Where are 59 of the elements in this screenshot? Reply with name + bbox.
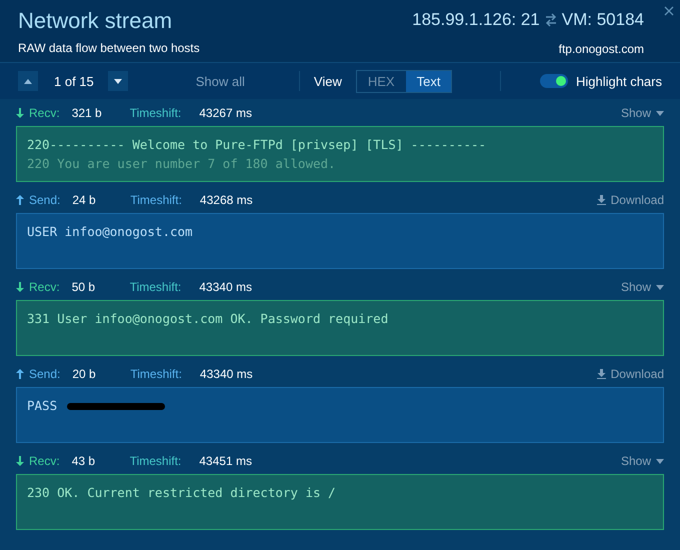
- subtitle: RAW data flow between two hosts: [18, 41, 200, 55]
- show-button[interactable]: Show: [620, 454, 664, 468]
- direction-label: Recv:: [29, 106, 60, 120]
- caret-up-icon: [24, 78, 32, 84]
- highlight-toggle[interactable]: [540, 74, 568, 88]
- window-title: Network stream: [18, 8, 174, 34]
- show-all-button[interactable]: Show all: [190, 72, 251, 90]
- show-button[interactable]: Show: [620, 280, 664, 294]
- highlight-label: Highlight chars: [576, 74, 662, 88]
- timeshift-label: Timeshift:: [130, 193, 182, 207]
- payload-line: 220 You are user number 7 of 180 allowed.: [27, 156, 337, 173]
- packet-size: 50 b: [72, 280, 96, 294]
- payload-line: USER infoo@onogost.com: [27, 224, 194, 241]
- payload-line: 220---------- Welcome to Pure-FTPd [privsep] [TLS] ----------: [27, 137, 488, 154]
- download-icon: [596, 195, 606, 205]
- down-arrow-icon: [16, 282, 24, 292]
- host-name: ftp.onogost.com: [558, 42, 644, 56]
- packet-size: 321 b: [72, 106, 103, 120]
- packet-size: 20 b: [72, 367, 97, 381]
- timeshift-value: 43267 ms: [199, 106, 252, 120]
- download-button[interactable]: Download: [596, 193, 664, 207]
- previous-button[interactable]: [18, 71, 38, 91]
- timeshift-label: Timeshift:: [130, 280, 182, 294]
- packet-size: 24 b: [72, 193, 97, 207]
- timeshift-label: Timeshift:: [130, 106, 182, 120]
- close-icon[interactable]: [664, 6, 674, 16]
- timeshift-value: 43268 ms: [200, 193, 253, 207]
- packet-size: 43 b: [72, 454, 96, 468]
- caret-down-icon: [114, 78, 122, 84]
- timeshift-label: Timeshift:: [130, 454, 182, 468]
- direction-label: Send:: [29, 367, 60, 381]
- view-tab[interactable]: HEX: [356, 70, 406, 92]
- payload-line: 331 User infoo@onogost.com OK. Password required: [27, 311, 390, 328]
- endpoint-address: 185.99.1.126: 21: [412, 10, 540, 30]
- timeshift-value: 43451 ms: [199, 454, 252, 468]
- down-arrow-icon: [16, 108, 24, 118]
- up-arrow-icon: [16, 369, 24, 379]
- download-button[interactable]: Download: [596, 367, 664, 381]
- caret-down-icon: [656, 284, 664, 290]
- download-icon: [596, 369, 606, 379]
- endpoint-address: VM: 50184: [562, 10, 644, 30]
- payload-line: PASS: [27, 398, 653, 417]
- direction-label: Recv:: [29, 280, 60, 294]
- caret-down-icon: [656, 110, 664, 116]
- caret-down-icon: [656, 458, 664, 464]
- timeshift-value: 43340 ms: [200, 367, 253, 381]
- view-tab[interactable]: Text: [406, 70, 452, 92]
- direction-label: Send:: [29, 193, 60, 207]
- view-label: View: [314, 74, 342, 88]
- payload-line: 230 OK. Current restricted directory is /: [27, 485, 337, 502]
- next-button[interactable]: [108, 71, 128, 91]
- show-button[interactable]: Show: [620, 106, 664, 120]
- timeshift-label: Timeshift:: [130, 367, 182, 381]
- packet-counter: 1 of 15: [54, 74, 94, 88]
- up-arrow-icon: [16, 195, 24, 205]
- timeshift-value: 43340 ms: [199, 280, 252, 294]
- direction-label: Recv:: [29, 454, 60, 468]
- swap-arrows-icon: [544, 13, 557, 27]
- down-arrow-icon: [16, 456, 24, 466]
